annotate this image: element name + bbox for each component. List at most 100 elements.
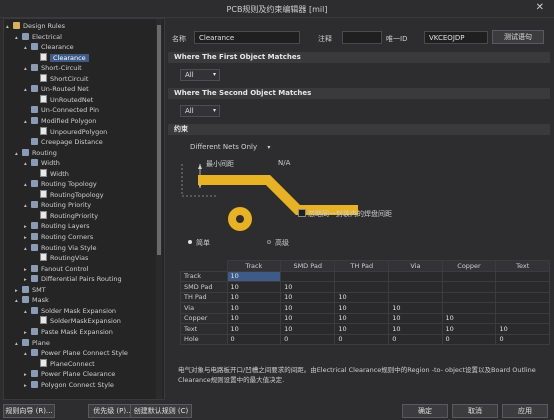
tree-item[interactable]: Creepage Distance [24,137,103,147]
matrix-cell[interactable]: 10 [495,323,550,335]
tree-item[interactable]: RoutingVias [33,253,88,263]
matrix-cell[interactable]: 10 [388,312,443,324]
collapse-arrow-icon[interactable]: ▴ [24,180,31,190]
tree-item[interactable]: ▴ Power Plane Connect Style [24,348,128,358]
tree-item[interactable]: ▸ Routing Layers [24,221,90,231]
tree-item[interactable]: Un-Connected Pin [24,105,99,115]
matrix-cell[interactable]: 10 [226,302,282,314]
matrix-cell[interactable]: 10 [334,323,390,335]
tree-item[interactable]: ▴ Solder Mask Expansion [24,306,116,316]
matrix-cell[interactable]: 0 [280,333,336,345]
matrix-cell[interactable]: 10 [280,312,336,324]
matrix-cell[interactable]: 10 [388,323,443,335]
tree-item[interactable]: PlaneConnect [33,358,95,369]
tree-item[interactable]: ▴ Mask [15,295,49,305]
tree-scrollbar[interactable] [156,19,162,399]
matrix-cell[interactable]: 10 [441,312,497,324]
tree-item[interactable]: RoutingPriority [33,210,98,221]
matrix-cell[interactable]: 10 [226,270,282,282]
expand-arrow-icon[interactable]: ▸ [24,275,31,285]
collapse-arrow-icon[interactable]: ▴ [24,349,31,359]
rule-name-input[interactable]: Clearance [194,31,300,44]
matrix-cell[interactable]: 10 [226,312,282,324]
matrix-cell[interactable]: 10 [226,281,282,293]
tree-item[interactable]: ▴ Un-Routed Net [24,84,89,94]
scrollbar-thumb[interactable] [157,25,161,255]
collapse-arrow-icon[interactable]: ▴ [24,307,31,317]
collapse-arrow-icon[interactable]: ▴ [24,201,31,211]
matrix-cell[interactable]: 0 [495,333,550,345]
tree-item[interactable]: ▸ Polygon Connect Style [24,380,114,390]
uid-input[interactable]: VKCEOJDP [424,31,488,44]
ok-button[interactable]: 确定 [402,404,448,418]
matrix-cell[interactable]: 0 [388,333,443,345]
matrix-cell[interactable]: 10 [280,291,336,303]
tree-item[interactable]: ▴ Routing [15,148,57,158]
tree-item[interactable]: ▴ Modified Polygon [24,116,96,126]
expand-arrow-icon[interactable]: ▸ [24,265,31,275]
matrix-cell[interactable]: 0 [226,333,282,345]
matrix-cell[interactable]: 0 [334,333,390,345]
simple-mode-radio[interactable] [188,240,192,244]
tree-item[interactable]: ▸ Routing Corners [24,232,93,242]
matrix-cell[interactable]: 10 [226,323,282,335]
rule-wizard-button[interactable]: 规则向导 (R)... [3,404,55,418]
collapse-arrow-icon[interactable]: ▴ [15,149,22,159]
cancel-button[interactable]: 取消 [452,404,498,418]
tree-item[interactable]: ▴ Width [24,158,60,168]
advanced-mode-radio[interactable] [267,240,271,244]
collapse-arrow-icon[interactable]: ▴ [24,159,31,169]
tree-item[interactable]: ▸ Power Plane Clearance [24,369,115,379]
close-icon[interactable]: ✕ [536,2,544,13]
matrix-cell[interactable]: 10 [388,302,443,314]
matrix-cell[interactable]: 10 [280,302,336,314]
tree-item[interactable]: ▴ Plane [15,338,50,348]
matrix-cell[interactable]: 10 [280,323,336,335]
test-query-button[interactable]: 测试语句 [492,30,544,44]
tree-item[interactable]: Width [33,168,69,179]
first-match-select[interactable]: All ▾ [180,69,220,81]
apply-button[interactable]: 应用 [502,404,548,418]
collapse-arrow-icon[interactable]: ▴ [24,244,31,254]
expand-arrow-icon[interactable]: ▸ [24,328,31,338]
tree-item[interactable]: ▴ Short-Circuit [24,63,82,73]
net-scope-select[interactable]: Different Nets Only ▾ [190,143,270,151]
tree-item[interactable]: ▴ Clearance [24,42,74,52]
collapse-arrow-icon[interactable]: ▴ [15,33,22,43]
tree-item[interactable]: UnpouredPolygon [33,126,107,137]
collapse-arrow-icon[interactable]: ▴ [24,117,31,127]
expand-arrow-icon[interactable]: ▸ [24,370,31,380]
tree-item[interactable]: ▸ SMT [15,285,46,295]
matrix-cell[interactable]: 10 [334,291,390,303]
tree-item[interactable]: ▸ Fanout Control [24,264,88,274]
collapse-arrow-icon[interactable]: ▴ [24,64,31,74]
tree-item[interactable]: UnRoutedNet [33,94,93,105]
tree-item[interactable]: ▸ Paste Mask Expansion [24,327,113,337]
expand-arrow-icon[interactable]: ▸ [15,286,22,296]
ignore-pads-checkbox[interactable] [298,209,306,217]
tree-item[interactable]: RoutingTopology [33,189,104,200]
expand-arrow-icon[interactable]: ▸ [24,233,31,243]
tree-item[interactable]: ShortCircuit [33,73,88,84]
second-match-select[interactable]: All ▾ [180,105,220,117]
collapse-arrow-icon[interactable]: ▴ [15,296,22,306]
matrix-cell[interactable]: 0 [441,333,497,345]
expand-arrow-icon[interactable]: ▸ [24,381,31,391]
tree-item[interactable]: ▴ Routing Topology [24,179,97,189]
collapse-arrow-icon[interactable]: ▴ [24,43,31,53]
tree-item[interactable]: ▴ Electrical [15,32,62,42]
expand-arrow-icon[interactable]: ▸ [24,222,31,232]
tree-item[interactable]: ▴ Routing Priority [24,200,91,210]
matrix-cell[interactable]: 10 [334,302,390,314]
tree-item[interactable]: SolderMaskExpansion [33,316,121,326]
collapse-arrow-icon[interactable]: ▴ [6,22,13,32]
tree-item[interactable]: ▴ Routing Via Style [24,243,96,253]
matrix-cell[interactable]: 10 [334,312,390,324]
matrix-cell[interactable]: 10 [441,323,497,335]
matrix-cell[interactable]: 10 [226,291,282,303]
comment-input[interactable] [342,31,382,44]
collapse-arrow-icon[interactable]: ▴ [15,339,22,349]
collapse-arrow-icon[interactable]: ▴ [24,85,31,95]
min-clearance-value[interactable]: N/A [278,159,290,167]
tree-item[interactable]: ▸ Differential Pairs Routing [24,274,122,284]
